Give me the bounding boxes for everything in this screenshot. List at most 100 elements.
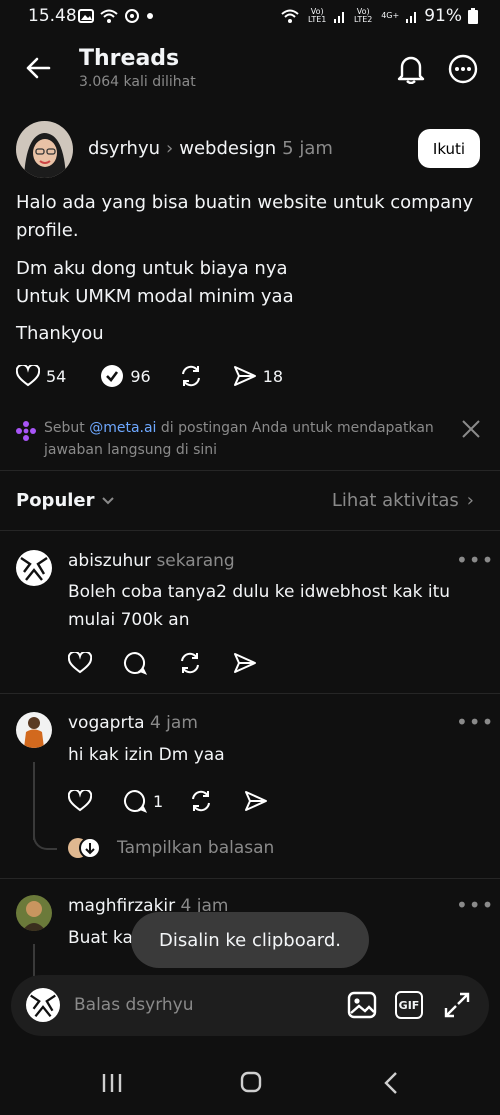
show-replies-label: Tampilkan balasan [117, 838, 275, 858]
reply-more-button[interactable]: ••• [456, 548, 494, 572]
wifi-calling-icon [280, 8, 300, 24]
heart-icon[interactable] [68, 790, 92, 812]
chevron-right-icon: › [166, 138, 174, 159]
comment-button[interactable]: 1 [123, 789, 163, 813]
comment-icon[interactable] [123, 651, 147, 675]
reply-avatar[interactable] [16, 895, 52, 931]
author-avatar[interactable] [16, 121, 73, 178]
meta-ai-prefix: Sebut [44, 420, 90, 436]
post-paragraph-1: Halo ada yang bisa buatin website untuk … [16, 192, 474, 241]
author-name[interactable]: dsyrhyu [88, 138, 160, 159]
reply-header: abiszuhur sekarang [68, 551, 235, 571]
like-button[interactable]: 54 [16, 365, 66, 387]
divider [0, 470, 500, 471]
recent-apps-button[interactable] [101, 1072, 123, 1094]
reply-avatar[interactable] [16, 712, 52, 748]
clipboard-toast: Disalin ke clipboard. [131, 912, 369, 968]
system-nav-bar [0, 1055, 500, 1115]
reply-composer[interactable]: Balas dsyrhyu GIF [11, 975, 489, 1036]
battery-percent: 91% [424, 6, 462, 26]
post-time: 5 jam [282, 138, 333, 159]
expand-button[interactable] [443, 991, 471, 1019]
reply-text: hi kak izin Dm yaa [68, 745, 225, 765]
share-count: 18 [262, 366, 284, 386]
battery-icon [468, 8, 478, 24]
status-system-icons: Vo) LTE1 Vo) LTE2 4G+ 91% [280, 6, 478, 26]
reply-time: 4 jam [149, 713, 198, 733]
signal-icon [334, 9, 346, 23]
thread-connector [33, 832, 57, 850]
chevron-down-icon [101, 496, 115, 506]
divider [0, 693, 500, 694]
gif-button[interactable]: GIF [395, 991, 423, 1019]
heart-icon [16, 365, 40, 387]
follow-button[interactable]: Ikuti [418, 129, 480, 168]
repost-icon[interactable] [189, 789, 213, 813]
close-icon [461, 419, 481, 439]
composer-input[interactable]: Balas dsyrhyu [74, 995, 194, 1015]
reply-more-button[interactable]: ••• [456, 710, 494, 734]
back-button[interactable] [25, 55, 51, 81]
composer-avatar [26, 988, 60, 1022]
sort-dropdown[interactable]: Populer [16, 490, 115, 511]
heart-icon[interactable] [68, 652, 92, 674]
reply-button[interactable]: 96 [100, 364, 151, 388]
wifi-icon [100, 9, 118, 23]
meta-ai-mention[interactable]: @meta.ai [89, 420, 156, 436]
show-replies-button[interactable]: Tampilkan balasan [67, 836, 274, 860]
activity-label: Lihat aktivitas [331, 490, 459, 511]
image-icon [347, 991, 377, 1019]
share-button[interactable]: 18 [233, 365, 283, 387]
recent-apps-icon [101, 1072, 123, 1094]
gif-icon: GIF [395, 991, 423, 1019]
dot-icon [146, 12, 154, 20]
location-icon [124, 8, 140, 24]
sort-label: Populer [16, 490, 95, 511]
gallery-icon [78, 9, 94, 23]
sim2-label: Vo) LTE2 [354, 7, 373, 24]
more-options-button[interactable] [448, 54, 478, 84]
post-paragraph-2: Dm aku dong untuk biaya nya Untuk UMKM m… [16, 258, 294, 307]
reply-count: 96 [130, 366, 151, 386]
reply-username[interactable]: vogaprta [68, 713, 145, 733]
bell-icon [397, 54, 425, 84]
repost-button[interactable] [179, 364, 203, 388]
verified-reply-icon [100, 364, 124, 388]
repost-icon [179, 364, 203, 388]
network-label: 4G+ [381, 11, 400, 20]
topic-tag[interactable]: webdesign [179, 138, 276, 159]
expand-icon [443, 991, 471, 1019]
notifications-button[interactable] [397, 54, 425, 84]
thread-line [33, 944, 35, 976]
attach-image-button[interactable] [347, 991, 377, 1019]
system-back-icon [383, 1071, 399, 1095]
send-icon[interactable] [244, 790, 268, 812]
status-time: 15.48 [28, 6, 77, 26]
replier-avatar-stack [67, 836, 103, 860]
dismiss-hint-button[interactable] [461, 419, 481, 439]
post-paragraph-3: Thankyou [16, 323, 104, 344]
thread-line [33, 762, 35, 840]
page-title: Threads [79, 46, 180, 71]
view-activity-link[interactable]: Lihat aktivitas › [332, 490, 474, 511]
reply-actions [68, 651, 257, 675]
meta-ai-hint: Sebut @meta.ai di postingan Anda untuk m… [44, 417, 484, 461]
system-back-button[interactable] [383, 1071, 399, 1095]
status-notification-icons [78, 8, 154, 24]
repost-icon[interactable] [178, 651, 202, 675]
status-bar: 15.48 Vo) LTE1 Vo) LTE2 4G+ 91% [0, 0, 500, 34]
home-icon [240, 1071, 262, 1093]
reply-header: vogaprta 4 jam [68, 713, 198, 733]
sim1-label: Vo) LTE1 [308, 7, 327, 24]
more-circle-icon [448, 54, 478, 84]
meta-ai-icon [15, 420, 37, 442]
reply-more-button[interactable]: ••• [456, 893, 494, 917]
home-button[interactable] [240, 1071, 262, 1093]
back-arrow-icon [25, 55, 51, 81]
reply-avatar[interactable] [16, 550, 52, 586]
reply-username[interactable]: abiszuhur [68, 551, 151, 571]
send-icon[interactable] [233, 652, 257, 674]
send-icon [233, 365, 257, 387]
chevron-right-icon: › [466, 490, 474, 511]
divider [0, 878, 500, 879]
